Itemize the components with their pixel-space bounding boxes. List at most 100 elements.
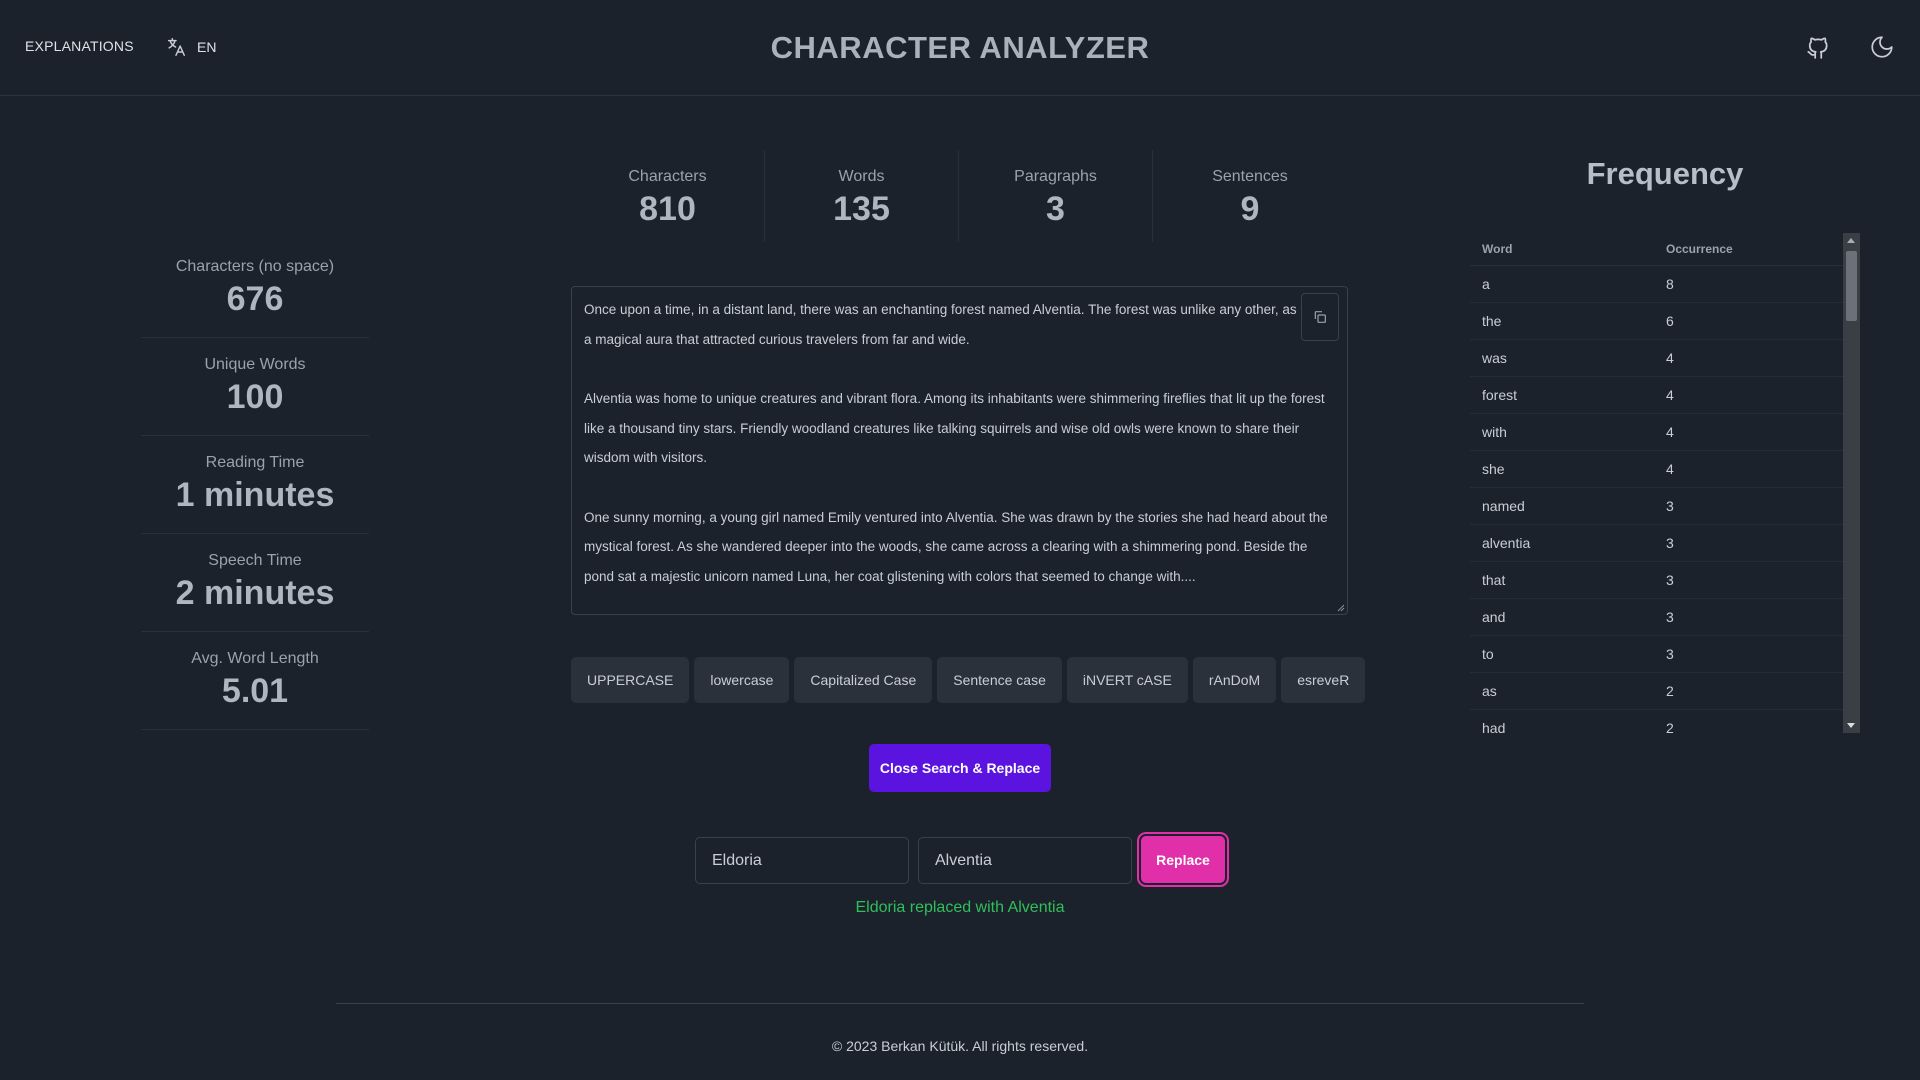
- lowercase-button[interactable]: lowercase: [694, 657, 790, 703]
- frequency-scrollbar[interactable]: [1843, 233, 1860, 733]
- paragraph: Alventia was home to unique creatures an…: [584, 391, 1325, 465]
- word-cell: named: [1482, 498, 1525, 514]
- occurrence-cell: 3: [1666, 572, 1674, 588]
- stat-value: 1 minutes: [175, 476, 335, 514]
- paragraph: Once upon a time, in a distant land, the…: [584, 302, 1334, 347]
- word-cell: as: [1482, 683, 1497, 699]
- table-row: named 3: [1470, 488, 1846, 525]
- copy-button[interactable]: [1301, 293, 1339, 341]
- stat-reading-time: Reading Time 1 minutes: [141, 436, 369, 534]
- uppercase-button[interactable]: UPPERCASE: [571, 657, 690, 703]
- occurrence-cell: 3: [1666, 646, 1674, 662]
- reverse-button[interactable]: esreveR: [1281, 657, 1366, 703]
- invert-case-button[interactable]: iNVERT cASE: [1066, 657, 1188, 703]
- stat-characters-no-space: Characters (no space) 676: [141, 240, 369, 338]
- stat-value: 810: [639, 190, 696, 228]
- occurrence-cell: 8: [1666, 276, 1674, 292]
- stat-sentences: Sentences 9: [1153, 150, 1347, 242]
- table-row: alventia 3: [1470, 525, 1846, 562]
- occurrence-cell: 4: [1666, 461, 1674, 477]
- stat-speech-time: Speech Time 2 minutes: [141, 534, 369, 632]
- footer-copyright: © 2023 Berkan Kütük. All rights reserved…: [831, 1038, 1089, 1054]
- table-row: and 3: [1470, 599, 1846, 636]
- case-toolbar: UPPERCASE lowercase Capitalized Case Sen…: [571, 657, 1366, 703]
- scroll-up-arrow[interactable]: [1847, 238, 1855, 243]
- scroll-down-arrow[interactable]: [1847, 723, 1855, 728]
- capitalized-case-button[interactable]: Capitalized Case: [794, 657, 933, 703]
- occurrence-cell: 3: [1666, 498, 1674, 514]
- table-row: was 4: [1470, 340, 1846, 377]
- frequency-title: Frequency: [1586, 156, 1744, 191]
- page-title: CHARACTER ANALYZER: [770, 30, 1150, 65]
- table-row: that 3: [1470, 562, 1846, 599]
- table-row: with 4: [1470, 414, 1846, 451]
- replace-status-message: Eldoria replaced with Alventia: [855, 899, 1065, 916]
- search-input[interactable]: [695, 837, 909, 884]
- copy-icon: [1314, 311, 1326, 323]
- stat-characters: Characters 810: [571, 150, 765, 242]
- occurrence-cell: 4: [1666, 387, 1674, 403]
- replace-input[interactable]: [918, 837, 1132, 884]
- stat-value: 3: [1046, 190, 1065, 228]
- table-row: she 4: [1470, 451, 1846, 488]
- stat-value: 676: [226, 280, 284, 318]
- sentence-case-button[interactable]: Sentence case: [937, 657, 1062, 703]
- stat-label: Words: [838, 168, 885, 185]
- stat-label: Unique Words: [204, 356, 306, 373]
- stat-label: Paragraphs: [1014, 168, 1097, 185]
- word-cell: with: [1482, 424, 1507, 440]
- occurrence-cell: 6: [1666, 313, 1674, 329]
- occurrence-cell: 3: [1666, 609, 1674, 625]
- stat-label: Characters (no space): [175, 258, 335, 275]
- frequency-table[interactable]: Word Occurrence a 8 the 6 was 4 forest 4 with 4 sh…: [1470, 233, 1846, 733]
- replace-button[interactable]: Replace: [1141, 836, 1225, 883]
- secondary-stats: Characters (no space) 676 Unique Words 1…: [141, 240, 369, 730]
- stat-avg-word-length: Avg. Word Length 5.01: [141, 632, 369, 730]
- stat-value: 135: [833, 190, 890, 228]
- table-header: Word Occurrence: [1470, 233, 1846, 266]
- stat-label: Speech Time: [208, 552, 302, 569]
- word-cell: had: [1482, 720, 1506, 733]
- occurrence-cell: 2: [1666, 720, 1674, 733]
- word-cell: that: [1482, 572, 1506, 588]
- word-cell: forest: [1482, 387, 1518, 403]
- footer-divider: [336, 1003, 1584, 1004]
- table-row: had 2: [1470, 710, 1846, 733]
- word-cell: was: [1482, 350, 1507, 366]
- scroll-thumb[interactable]: [1846, 251, 1857, 321]
- github-icon[interactable]: [1805, 34, 1831, 60]
- table-row: to 3: [1470, 636, 1846, 673]
- random-case-button[interactable]: rAnDoM: [1192, 657, 1277, 703]
- resize-handle[interactable]: [1337, 604, 1345, 612]
- table-row: a8: [1470, 266, 1846, 303]
- word-cell: she: [1482, 461, 1505, 477]
- word-cell: and: [1482, 609, 1506, 625]
- stat-label: Sentences: [1212, 168, 1288, 185]
- occurrence-cell: 3: [1666, 535, 1674, 551]
- word-cell: a: [1482, 276, 1490, 292]
- paragraph: One sunny morning, a young girl named Em…: [584, 509, 1328, 584]
- text-input-area[interactable]: Once upon a time, in a distant land, the…: [571, 286, 1348, 615]
- moon-icon[interactable]: [1869, 34, 1895, 60]
- column-header-word: Word: [1482, 242, 1513, 256]
- stat-value: 2 minutes: [175, 574, 335, 612]
- stat-unique-words: Unique Words 100: [141, 338, 369, 436]
- table-row: as 2: [1470, 673, 1846, 710]
- app-header: EXPLANATIONS EN CHARACTER ANALYZER: [0, 0, 1920, 96]
- table-row: forest 4: [1470, 377, 1846, 414]
- table-row: the 6: [1470, 303, 1846, 340]
- word-cell: alventia: [1482, 535, 1531, 551]
- stat-label: Reading Time: [205, 454, 305, 471]
- stat-words: Words 135: [765, 150, 959, 242]
- primary-stats: Characters 810 Words 135 Paragraphs 3 Se…: [571, 150, 1347, 242]
- occurrence-cell: 4: [1666, 350, 1674, 366]
- table-body: a 8 the 6 was 4 forest 4 with 4 she 4 named 3 alventia…: [1470, 266, 1846, 733]
- stat-paragraphs: Paragraphs 3: [959, 150, 1153, 242]
- stat-value: 100: [226, 378, 284, 416]
- close-search-replace-button[interactable]: Close Search & Replace: [869, 744, 1051, 792]
- occurrence-cell: 2: [1666, 683, 1674, 699]
- stat-label: Characters: [628, 168, 707, 185]
- word-cell: the: [1482, 313, 1502, 329]
- column-header-occurrence: Occurrence: [1666, 242, 1733, 256]
- word-cell: to: [1482, 646, 1494, 662]
